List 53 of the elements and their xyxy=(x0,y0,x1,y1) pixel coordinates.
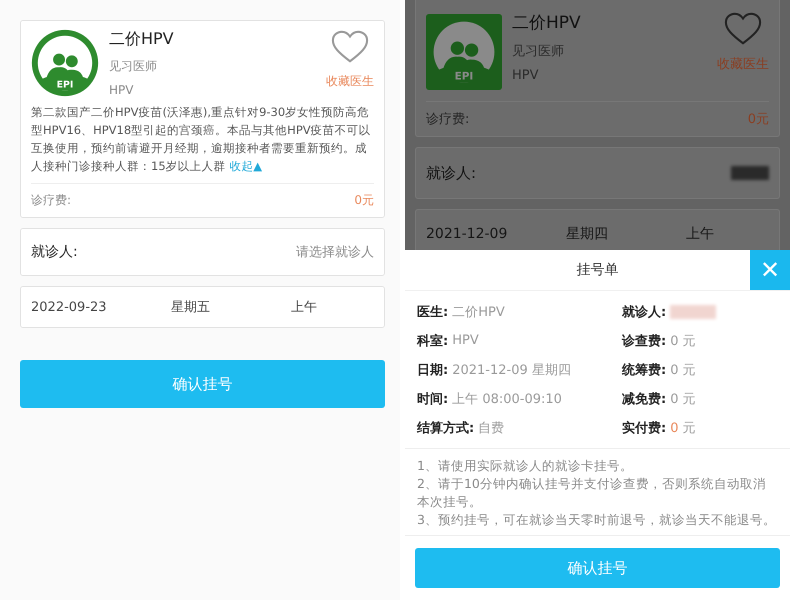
slot-period: 上午 xyxy=(686,225,714,243)
logo-drawing: EPI xyxy=(31,29,99,97)
slot-date: 2021-12-09 xyxy=(426,226,508,242)
confirm-button[interactable]: 确认挂号 xyxy=(20,360,385,408)
favorite-link[interactable]: 收藏医生 xyxy=(717,55,769,73)
notice-text: 2、请于10分钟内确认挂号并支付诊查费，否则系统自动取消本次挂号。 xyxy=(417,475,767,511)
field-value: 2021-12-09 星期四 xyxy=(452,362,571,378)
field-value: 二价HPV xyxy=(452,304,505,320)
field-label: 统筹费: xyxy=(622,362,666,378)
field-label: 医生: xyxy=(417,304,448,320)
field-label: 减免费: xyxy=(622,390,666,408)
field-label: 诊查费: xyxy=(622,332,666,350)
logo-drawing: EPI xyxy=(426,11,502,93)
field-value: 0 元 xyxy=(670,420,696,436)
field-value: 0 元 xyxy=(670,362,696,378)
fee-label: 诊疗费: xyxy=(31,192,72,209)
field-value: HPV xyxy=(452,333,479,348)
vaccine-description: 第二款国产二价HPV疫苗(沃泽惠),重点针对9-30岁女性预防高危型HPV16、HPV18型引起的宫颈癌。本品与其他HPV疫苗不可以互换使用，预约前请避开月经期，逾期接种者需要重新预约。成人接种门诊接种人群：15岁以上人群 收起▲ xyxy=(31,103,374,184)
doctor-name: 二价HPV xyxy=(109,29,175,50)
slot-weekday: 星期五 xyxy=(171,299,211,316)
field-value: 自费 xyxy=(478,420,504,436)
favorite-link[interactable]: 收藏医生 xyxy=(326,73,374,90)
doctor-title: 见习医师 xyxy=(109,58,158,75)
field-label: 就诊人: xyxy=(622,304,666,320)
patient-selector[interactable]: 就诊人: 请选择就诊人 xyxy=(20,228,385,276)
slot-weekday: 星期四 xyxy=(566,225,609,243)
notice-text: 1、请使用实际就诊人的就诊卡挂号。 xyxy=(417,457,634,475)
notice-text: 3、预约挂号，可在就诊当天零时前退号，就诊当天不能退号。 xyxy=(417,511,777,529)
collapse-link[interactable]: 收起▲ xyxy=(229,159,262,173)
patient-selector[interactable]: 就诊人: xyxy=(415,147,780,199)
dialog-title: 挂号单 xyxy=(576,261,618,279)
fee-value: 0元 xyxy=(354,192,374,209)
doctor-title: 见习医师 xyxy=(512,43,565,60)
close-button[interactable]: ✕ xyxy=(750,250,790,290)
slot-period: 上午 xyxy=(291,299,317,316)
field-value: 上午 08:00-09:10 xyxy=(452,390,562,408)
field-label: 日期: xyxy=(417,362,448,378)
heart-icon[interactable] xyxy=(331,29,369,65)
field-label: 时间: xyxy=(417,390,448,408)
field-label: 实付费: xyxy=(622,420,666,436)
field-label: 科室: xyxy=(417,332,448,350)
field-value: 0 元 xyxy=(670,332,696,350)
slot-date: 2022-09-23 xyxy=(31,300,108,314)
redacted-block xyxy=(670,304,716,318)
fee-value: 0元 xyxy=(748,111,769,128)
field-value: 0 元 xyxy=(670,390,696,408)
fee-label: 诊疗费: xyxy=(426,111,470,128)
field-label: 结算方式: xyxy=(417,420,474,436)
department-name: HPV xyxy=(109,83,134,97)
doctor-name: 二价HPV xyxy=(512,12,582,34)
heart-icon[interactable] xyxy=(724,11,762,47)
confirm-button[interactable]: 确认挂号 xyxy=(415,548,780,588)
department-name: HPV xyxy=(512,68,540,83)
